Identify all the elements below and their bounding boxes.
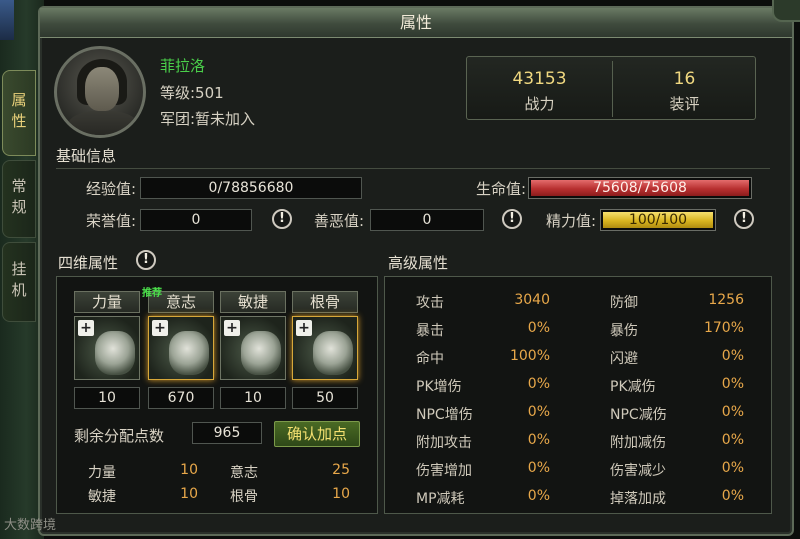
energy-bar: 100/100 (600, 209, 716, 231)
add-agility-button[interactable]: + (224, 320, 240, 336)
character-name: 菲拉洛 (160, 57, 206, 75)
will-icon[interactable]: + (148, 316, 214, 380)
advanced-stat-label: 附加减伤 (610, 435, 666, 451)
hp-bar: 75608/75608 (528, 177, 752, 199)
remaining-points-label: 剩余分配点数 (74, 427, 165, 445)
summary-agility-label: 敏捷 (88, 489, 116, 505)
karma-info-icon[interactable]: ! (502, 209, 522, 229)
character-level: 等级:501 (160, 84, 224, 102)
advanced-stat-label: 防御 (610, 295, 638, 311)
advanced-stat-value: 3040 (514, 292, 550, 308)
watermark: 大数跨境 (4, 518, 57, 533)
will-value: 670 (148, 387, 214, 409)
constitution-value: 50 (292, 387, 358, 409)
strength-value: 10 (74, 387, 140, 409)
recommend-tag: 推荐 (142, 288, 162, 299)
add-strength-button[interactable]: + (78, 320, 94, 336)
honor-label: 荣誉值: (85, 212, 136, 230)
window-corner-ornament (772, 0, 800, 22)
stat-header-constitution: 根骨 (292, 291, 358, 313)
advanced-stat-label: NPC增伤 (416, 407, 473, 423)
advanced-stat-value: 0% (721, 376, 744, 392)
energy-info-icon[interactable]: ! (734, 209, 754, 229)
advanced-stat-label: 伤害减少 (610, 463, 666, 479)
advanced-stat-value: 0% (721, 348, 744, 364)
gear-score-value: 16 (673, 69, 696, 89)
advanced-stat-label: 掉落加成 (610, 491, 666, 507)
advanced-stat-value: 0% (527, 432, 550, 448)
combat-power-value: 43153 (512, 69, 567, 89)
energy-bar-fill: 100/100 (603, 212, 713, 228)
summary-will-value: 25 (332, 462, 350, 478)
advanced-stat-value: 0% (527, 404, 550, 420)
advanced-stat-label: 暴伤 (610, 323, 638, 339)
advanced-stat-value: 0% (527, 376, 550, 392)
strength-icon[interactable]: + (74, 316, 140, 380)
advanced-stat-value: 0% (527, 320, 550, 336)
summary-strength-value: 10 (180, 462, 198, 478)
advanced-stat-value: 0% (721, 460, 744, 476)
advanced-stat-label: 暴击 (416, 323, 444, 339)
gear-score-label: 装评 (669, 95, 700, 113)
tab-auto-battle[interactable]: 挂机 (2, 242, 36, 322)
tab-general[interactable]: 常规 (2, 160, 36, 238)
advanced-stat-label: 附加攻击 (416, 435, 472, 451)
advanced-title: 高级属性 (388, 254, 449, 272)
energy-value: 100/100 (628, 212, 688, 228)
stat-header-strength: 力量 (74, 291, 140, 313)
advanced-stat-label: 闪避 (610, 351, 638, 367)
honor-value: 0 (140, 209, 252, 231)
exp-value: 0/78856680 (140, 177, 362, 199)
advanced-stat-value: 170% (703, 320, 744, 336)
four-dim-info-icon[interactable]: ! (136, 250, 156, 270)
advanced-stat-value: 0% (721, 488, 744, 504)
advanced-stat-label: 伤害增加 (416, 463, 472, 479)
four-dim-title: 四维属性 (58, 254, 119, 272)
character-legion: 军团:暂未加入 (160, 110, 256, 128)
power-summary: 43153 战力 16 装评 (466, 56, 756, 120)
energy-label: 精力值: (545, 212, 596, 230)
advanced-stat-label: PK减伤 (610, 379, 656, 395)
advanced-stat-value: 1256 (708, 292, 744, 308)
advanced-stat-label: PK增伤 (416, 379, 462, 395)
remaining-points-value: 965 (192, 422, 262, 444)
summary-will-label: 意志 (230, 465, 258, 481)
karma-value: 0 (370, 209, 484, 231)
divider (56, 168, 770, 169)
agility-value: 10 (220, 387, 286, 409)
add-constitution-button[interactable]: + (296, 320, 312, 336)
advanced-stat-value: 0% (527, 460, 550, 476)
window-title: 属性 (40, 8, 792, 38)
advanced-stat-label: 命中 (416, 351, 444, 367)
hp-bar-fill: 75608/75608 (531, 180, 749, 196)
stat-header-agility: 敏捷 (220, 291, 286, 313)
summary-constitution-value: 10 (332, 486, 350, 502)
karma-label: 善恶值: (313, 212, 364, 230)
agility-icon[interactable]: + (220, 316, 286, 380)
advanced-stat-value: 0% (721, 432, 744, 448)
hp-value: 75608/75608 (593, 180, 687, 196)
summary-constitution-label: 根骨 (230, 489, 258, 505)
constitution-icon[interactable]: + (292, 316, 358, 380)
advanced-stat-value: 0% (527, 488, 550, 504)
advanced-stat-label: NPC减伤 (610, 407, 667, 423)
combat-power-label: 战力 (524, 95, 555, 113)
advanced-stat-label: MP减耗 (416, 491, 465, 507)
basic-info-title: 基础信息 (56, 147, 117, 165)
exp-label: 经验值: (85, 180, 136, 198)
summary-agility-value: 10 (180, 486, 198, 502)
tab-attributes[interactable]: 属性 (2, 70, 36, 156)
advanced-stat-value: 100% (509, 348, 550, 364)
add-will-button[interactable]: + (152, 320, 168, 336)
summary-strength-label: 力量 (88, 465, 116, 481)
avatar (54, 46, 146, 138)
advanced-stat-label: 攻击 (416, 295, 444, 311)
hp-label: 生命值: (475, 180, 526, 198)
advanced-stat-value: 0% (721, 404, 744, 420)
honor-info-icon[interactable]: ! (272, 209, 292, 229)
confirm-points-button[interactable]: 确认加点 (274, 421, 360, 447)
